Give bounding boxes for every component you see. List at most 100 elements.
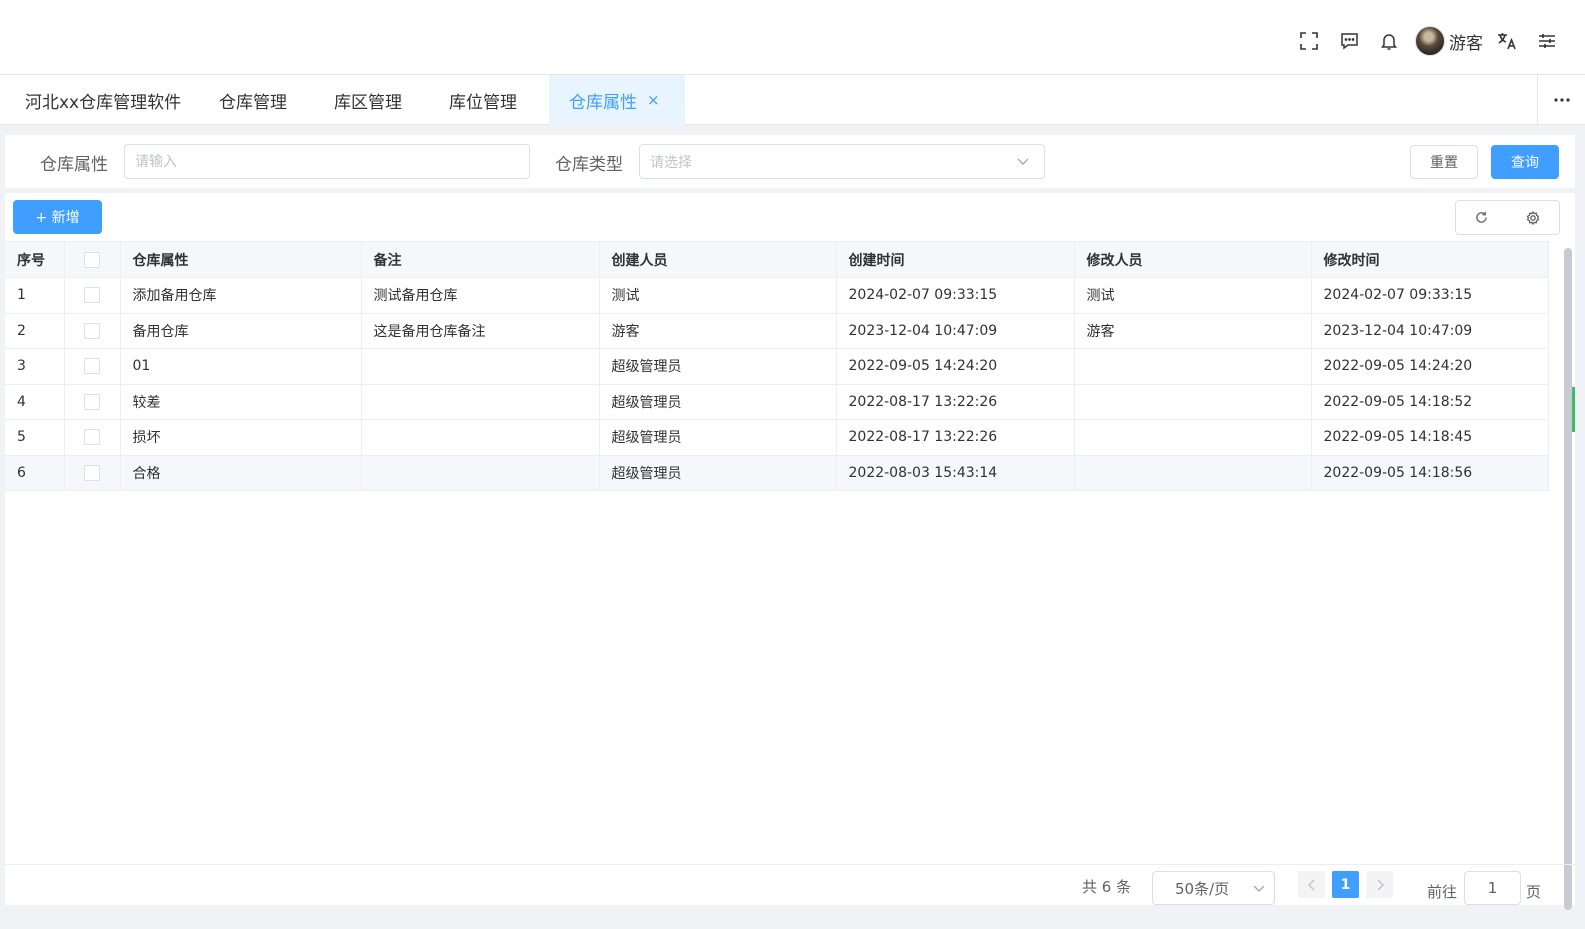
page-number-1[interactable]: 1: [1332, 871, 1359, 898]
translate-icon[interactable]: [1487, 26, 1527, 56]
add-button[interactable]: + 新增: [13, 200, 102, 234]
column-settings-button[interactable]: [1507, 200, 1560, 235]
cell-select: [64, 348, 121, 385]
data-table: 序号 仓库属性 备注 创建人员 创建时间 修改人员 修改时间 1 添加备用仓库 …: [5, 241, 1549, 491]
goto-prefix: 前往: [1427, 883, 1458, 901]
cell-created-time: 2022-08-03 15:43:14: [836, 455, 1075, 491]
chevron-right-icon: [1376, 878, 1384, 891]
cell-property: 合格: [120, 455, 362, 491]
close-icon[interactable]: ×: [647, 91, 660, 109]
cell-modifier: [1074, 384, 1312, 420]
type-label: 仓库类型: [555, 155, 623, 175]
cell-select: [64, 384, 121, 420]
cell-modified-time: 2022-09-05 14:24:20: [1311, 348, 1549, 385]
reset-button[interactable]: 重置: [1410, 145, 1478, 179]
property-input[interactable]: [124, 144, 530, 179]
cell-index: 4: [5, 384, 65, 420]
cell-property: 01: [120, 348, 362, 385]
cell-index: 2: [5, 313, 65, 349]
table-row[interactable]: 3 01 超级管理员 2022-09-05 14:24:20 2022-09-0…: [5, 348, 1549, 385]
property-label: 仓库属性: [40, 155, 108, 175]
row-checkbox[interactable]: [84, 358, 100, 375]
header-index: 序号: [5, 241, 65, 278]
more-tabs-button[interactable]: [1537, 75, 1585, 125]
select-all-checkbox[interactable]: [84, 251, 100, 268]
cell-creator: 超级管理员: [599, 348, 837, 385]
cell-index: 5: [5, 419, 65, 456]
cell-modified-time: 2024-02-07 09:33:15: [1311, 277, 1549, 314]
row-checkbox[interactable]: [84, 393, 100, 410]
chevron-left-icon: [1307, 878, 1315, 891]
refresh-button[interactable]: [1455, 200, 1508, 235]
header-actions: 游客: [1289, 26, 1567, 56]
table-row[interactable]: 2 备用仓库 这是备用仓库备注 游客 2023-12-04 10:47:09 游…: [5, 313, 1549, 349]
table-row[interactable]: 4 较差 超级管理员 2022-08-17 13:22:26 2022-09-0…: [5, 384, 1549, 420]
tab-location-management[interactable]: 库位管理: [449, 75, 517, 125]
cell-modified-time: 2022-09-05 14:18:56: [1311, 455, 1549, 491]
cell-remark: 这是备用仓库备注: [361, 313, 600, 349]
cell-creator: 超级管理员: [599, 384, 837, 420]
user-menu[interactable]: 游客: [1415, 26, 1483, 56]
row-checkbox[interactable]: [84, 464, 100, 481]
row-checkbox[interactable]: [84, 429, 100, 446]
cell-created-time: 2023-12-04 10:47:09: [836, 313, 1075, 349]
fullscreen-icon[interactable]: [1289, 26, 1329, 56]
cell-created-time: 2024-02-07 09:33:15: [836, 277, 1075, 314]
cell-index: 6: [5, 455, 65, 491]
tab-zone-management[interactable]: 库区管理: [334, 75, 402, 125]
total-count: 共 6 条: [1082, 878, 1132, 896]
cell-remark: [361, 348, 600, 385]
cell-select: [64, 419, 121, 456]
tab-warehouse-property[interactable]: 仓库属性 ×: [549, 75, 685, 125]
cell-creator: 超级管理员: [599, 455, 837, 491]
goto-suffix: 页: [1526, 883, 1542, 901]
row-checkbox[interactable]: [84, 287, 100, 304]
table-row[interactable]: 5 损坏 超级管理员 2022-08-17 13:22:26 2022-09-0…: [5, 419, 1549, 456]
gear-icon: [1526, 210, 1540, 225]
table-row[interactable]: 6 合格 超级管理员 2022-08-03 15:43:14 2022-09-0…: [5, 455, 1549, 491]
settings-sliders-icon[interactable]: [1527, 26, 1567, 56]
header-created-time: 创建时间: [836, 241, 1075, 278]
cell-property: 备用仓库: [120, 313, 362, 349]
cell-select: [64, 313, 121, 349]
page-size-value: 50条/页: [1175, 879, 1230, 898]
cell-creator: 超级管理员: [599, 419, 837, 456]
cell-select: [64, 455, 121, 491]
type-select[interactable]: 请选择: [639, 144, 1045, 179]
refresh-icon: [1476, 211, 1487, 223]
tab-label: 仓库属性: [569, 92, 637, 113]
table-header-row: 序号 仓库属性 备注 创建人员 创建时间 修改人员 修改时间: [5, 241, 1549, 278]
next-page-button[interactable]: [1366, 871, 1393, 898]
tab-label: 河北xx仓库管理软件: [25, 92, 182, 113]
page-size-select[interactable]: 50条/页: [1152, 871, 1275, 905]
table-panel: + 新增 序号 仓库属性 备注 创建人员 创建时间 修改人员 修改时间 1 添加…: [5, 193, 1575, 910]
cell-modifier: [1074, 348, 1312, 385]
tab-warehouse-management[interactable]: 仓库管理: [219, 75, 287, 125]
cell-modifier: 游客: [1074, 313, 1312, 349]
header-remark: 备注: [361, 241, 600, 278]
message-icon[interactable]: [1329, 26, 1369, 56]
query-button[interactable]: 查询: [1491, 145, 1559, 179]
cell-remark: [361, 384, 600, 420]
tab-label: 库区管理: [334, 92, 402, 113]
cell-created-time: 2022-08-17 13:22:26: [836, 419, 1075, 456]
vertical-scrollbar[interactable]: [1564, 248, 1572, 910]
chevron-down-icon: [1253, 885, 1265, 892]
cell-remark: 测试备用仓库: [361, 277, 600, 314]
username: 游客: [1449, 33, 1483, 54]
cell-modifier: 测试: [1074, 277, 1312, 314]
row-checkbox[interactable]: [84, 322, 100, 339]
cell-remark: [361, 455, 600, 491]
more-horizontal-icon: [1553, 98, 1570, 102]
prev-page-button[interactable]: [1298, 871, 1325, 898]
chevron-down-icon: [1017, 158, 1029, 165]
goto-page-input[interactable]: [1464, 871, 1521, 905]
cell-remark: [361, 419, 600, 456]
cell-modified-time: 2022-09-05 14:18:45: [1311, 419, 1549, 456]
cell-created-time: 2022-08-17 13:22:26: [836, 384, 1075, 420]
cell-index: 1: [5, 277, 65, 314]
bell-icon[interactable]: [1369, 26, 1409, 56]
tab-bar: 河北xx仓库管理软件 仓库管理 库区管理 库位管理 仓库属性 ×: [0, 75, 1585, 125]
table-row[interactable]: 1 添加备用仓库 测试备用仓库 测试 2024-02-07 09:33:15 测…: [5, 277, 1549, 314]
tab-home[interactable]: 河北xx仓库管理软件: [25, 75, 181, 125]
